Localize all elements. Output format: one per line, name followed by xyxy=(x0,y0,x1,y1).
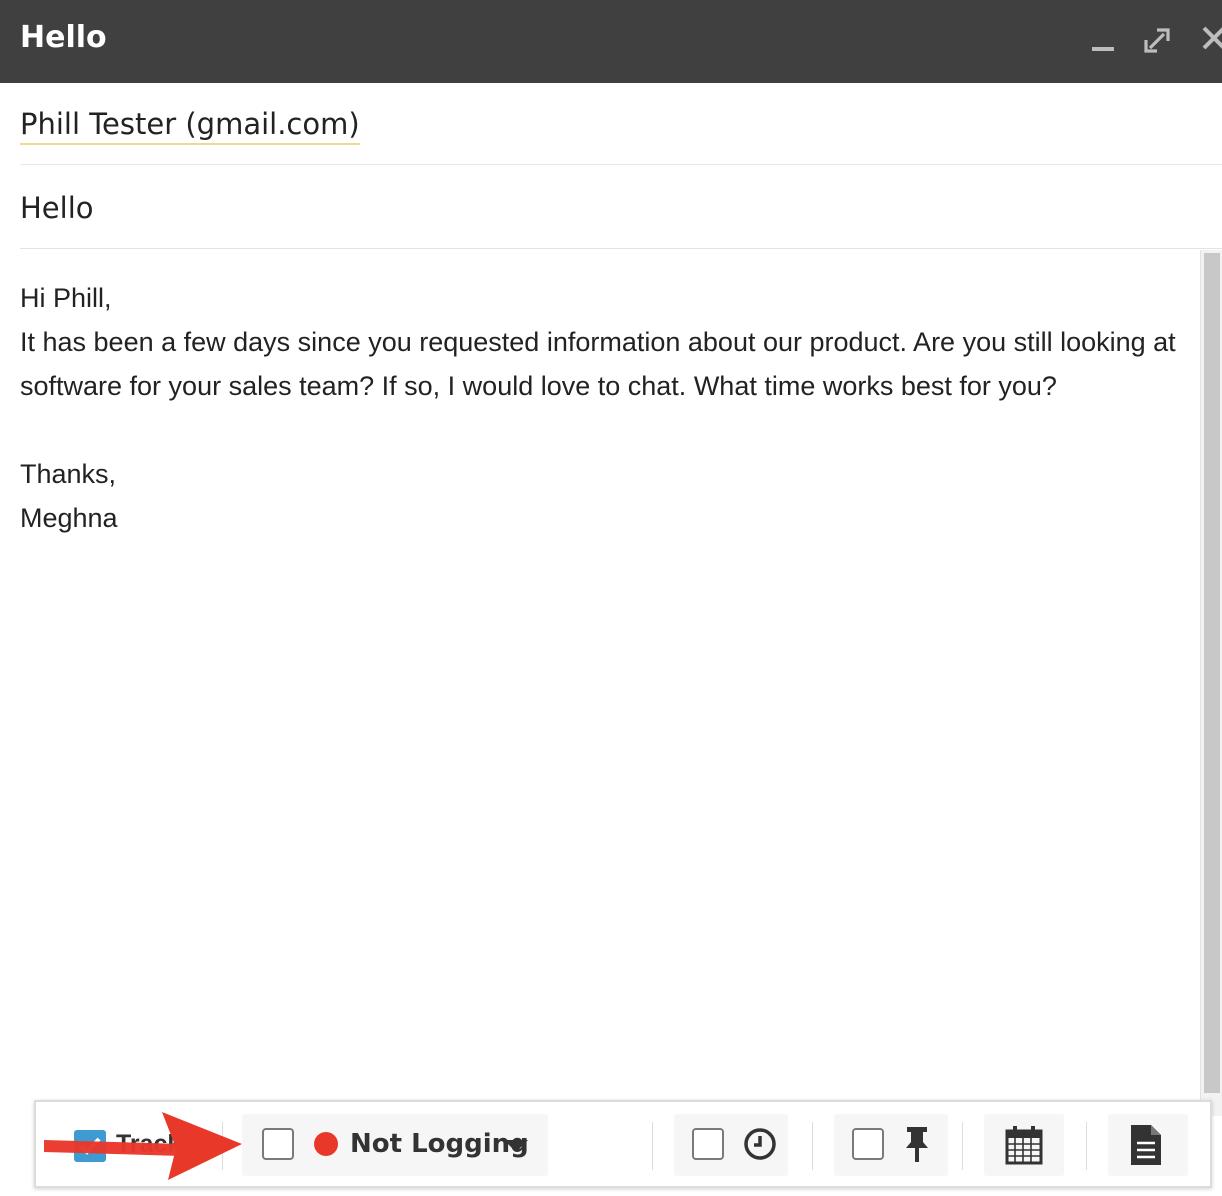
compose-titlebar: Hello xyxy=(0,0,1222,83)
message-body[interactable]: Hi Phill, It has been a few days since y… xyxy=(20,276,1185,540)
chevron-down-icon[interactable] xyxy=(504,1140,528,1152)
document-icon[interactable] xyxy=(1128,1122,1164,1168)
body-line: Thanks, xyxy=(20,459,117,489)
toolbar-divider xyxy=(812,1122,813,1170)
pin-icon[interactable] xyxy=(902,1124,932,1166)
body-line: Meghna xyxy=(20,503,118,533)
recipients-row[interactable]: Phill Tester (gmail.com) xyxy=(20,83,1222,165)
scrollbar-thumb[interactable] xyxy=(1204,253,1220,1093)
track-label[interactable]: Track xyxy=(116,1130,181,1159)
schedule-checkbox[interactable] xyxy=(692,1128,724,1160)
subject-field[interactable]: Hello xyxy=(20,191,94,225)
body-scrollbar[interactable] xyxy=(1200,250,1222,1116)
toolbar-divider xyxy=(222,1122,223,1170)
checkmark-icon xyxy=(79,1137,101,1155)
expand-icon[interactable] xyxy=(1140,18,1174,58)
body-line xyxy=(20,408,1185,452)
toolbar-divider xyxy=(962,1122,963,1170)
logging-checkbox[interactable] xyxy=(262,1128,294,1160)
body-line: It has been a few days since you request… xyxy=(20,327,1176,401)
body-line: Hi Phill, xyxy=(20,283,112,313)
minimize-icon[interactable] xyxy=(1086,18,1120,58)
logging-status-dot xyxy=(314,1132,338,1156)
recipient-chip[interactable]: Phill Tester (gmail.com) xyxy=(20,107,360,145)
subject-row[interactable]: Hello xyxy=(20,166,1222,249)
calendar-icon[interactable] xyxy=(1004,1124,1044,1166)
close-icon[interactable] xyxy=(1194,18,1222,58)
track-checkbox[interactable] xyxy=(74,1130,106,1162)
toolbar-divider xyxy=(652,1122,653,1170)
pin-checkbox[interactable] xyxy=(852,1128,884,1160)
clock-icon[interactable] xyxy=(742,1126,778,1162)
logging-status-label[interactable]: Not Logging xyxy=(350,1129,529,1159)
window-title: Hello xyxy=(20,20,107,55)
toolbar-divider xyxy=(1086,1122,1087,1170)
sales-tools-toolbar: Track Not Logging xyxy=(34,1100,1212,1188)
